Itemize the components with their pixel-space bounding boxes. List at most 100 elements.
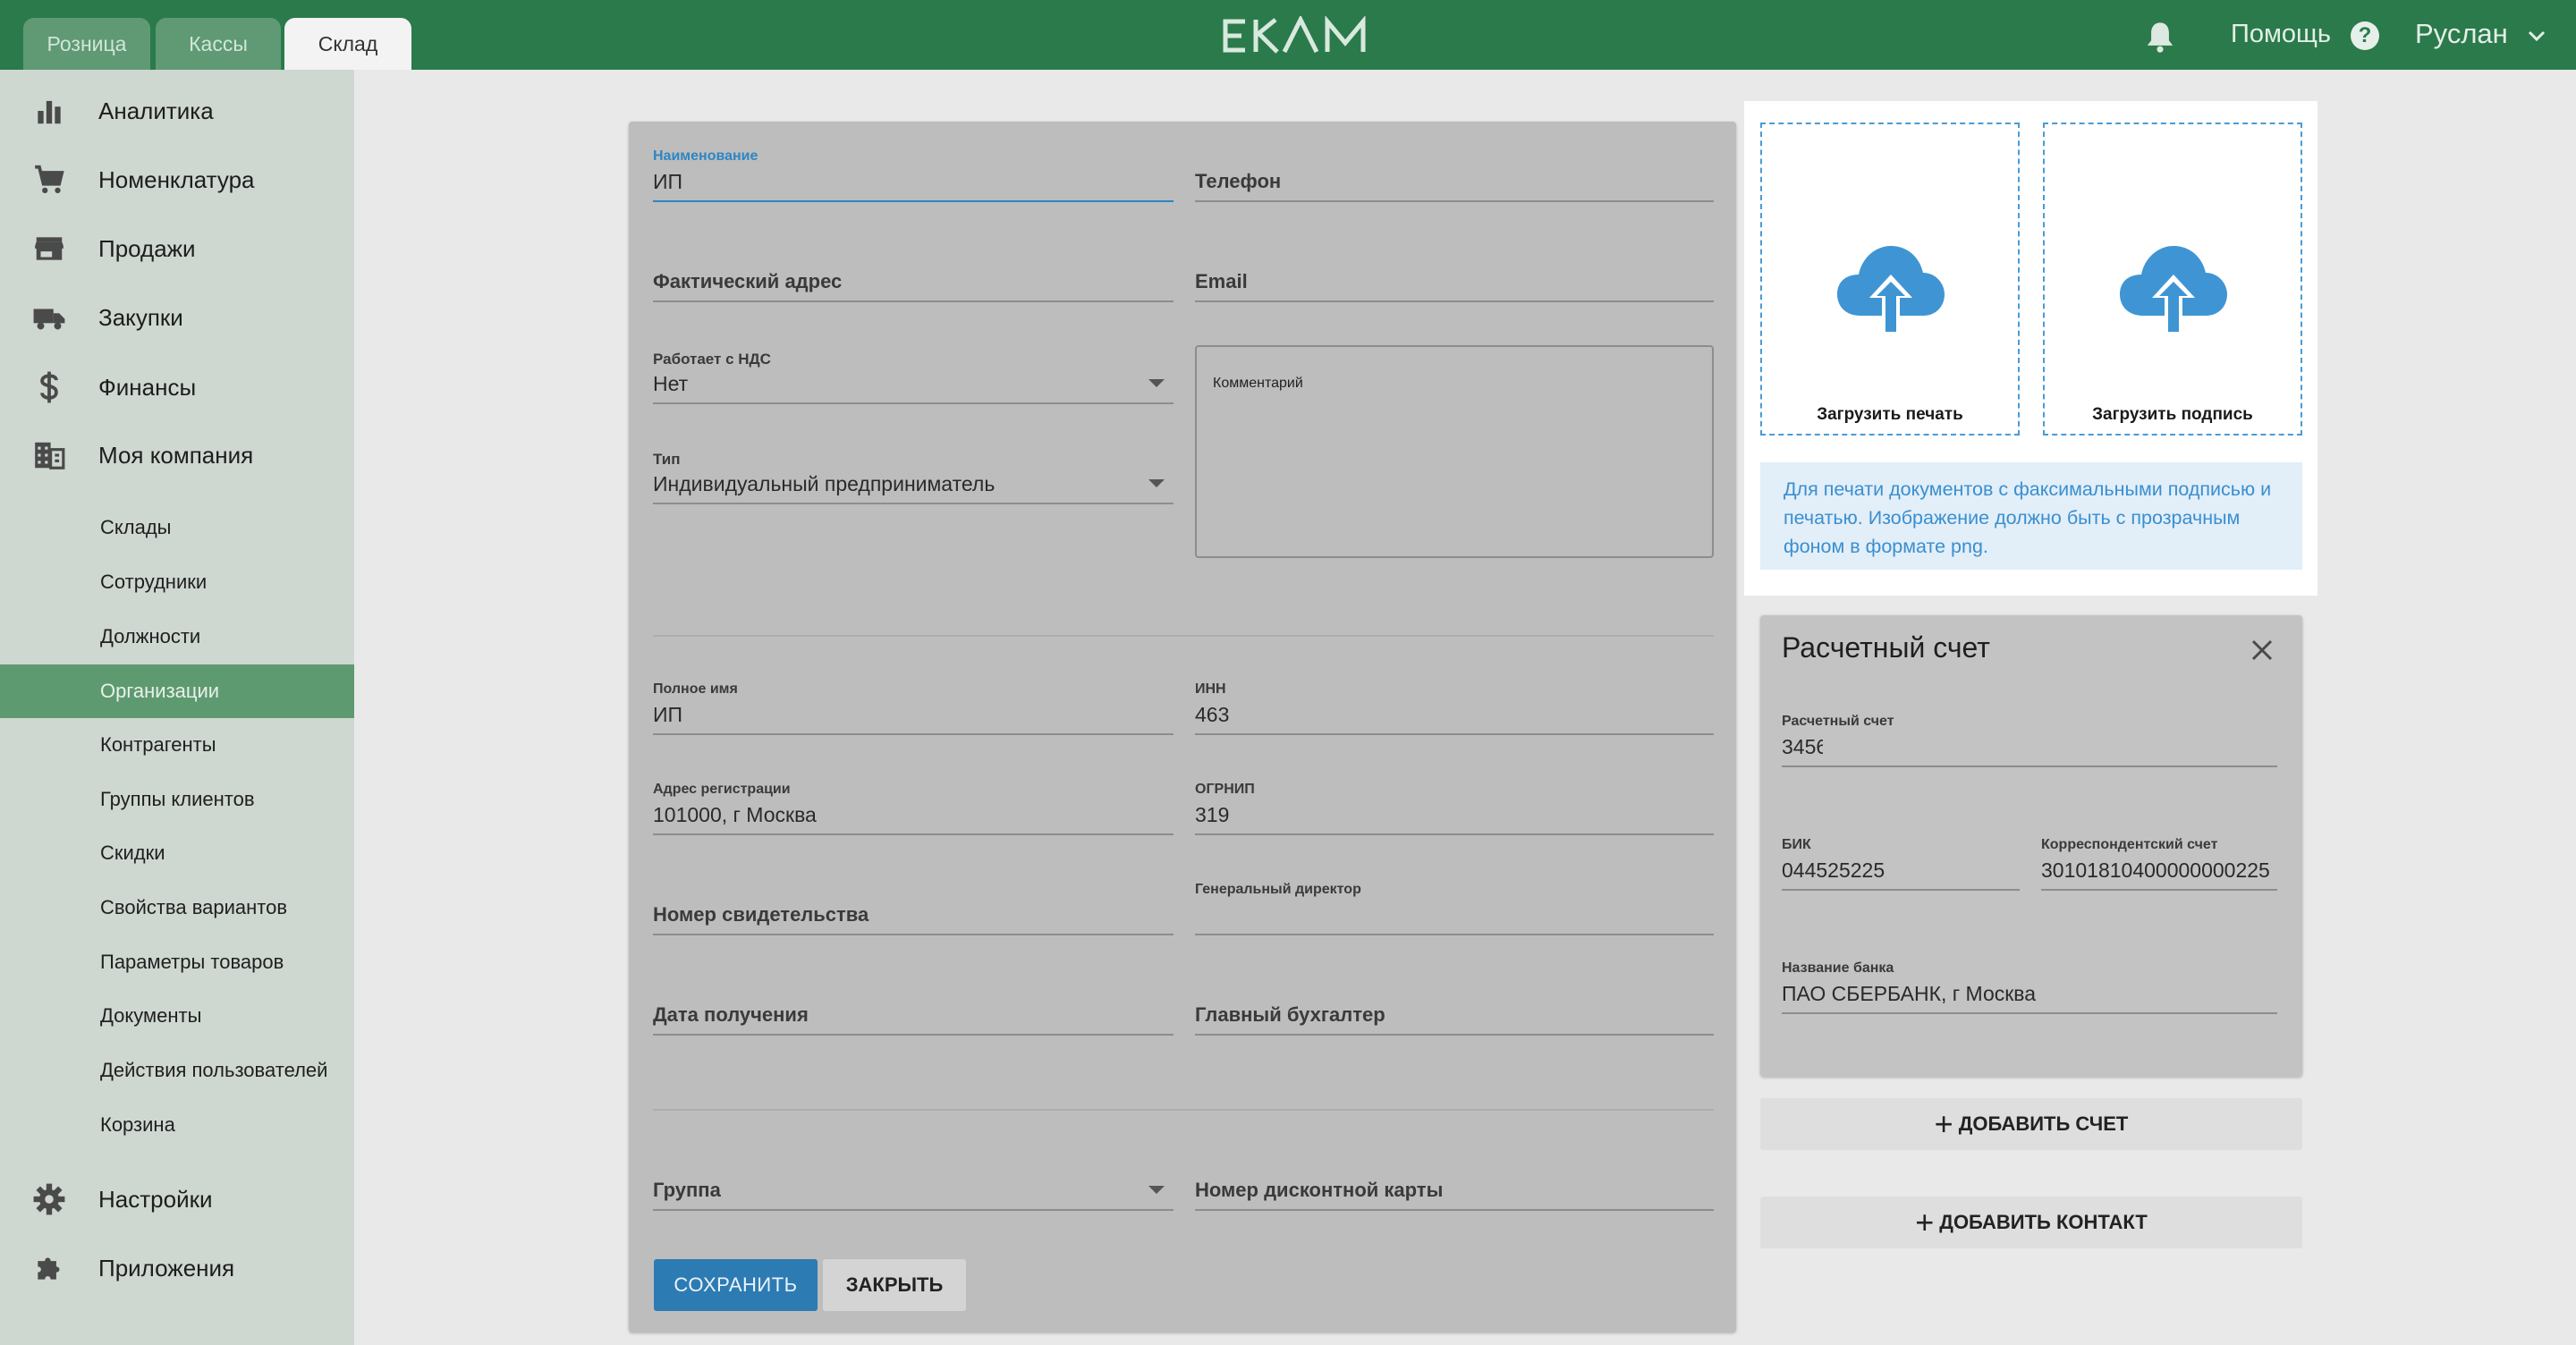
type-value: Индивидуальный предприниматель — [653, 472, 996, 495]
sidebar-item-finance[interactable]: Финансы — [0, 360, 354, 414]
sidebar-subitem-label: Параметры товаров — [100, 951, 284, 973]
email-field[interactable]: Email — [1195, 249, 1714, 306]
discount-card-field[interactable]: Номер дисконтной карты — [1195, 1157, 1714, 1214]
chief-accountant-field[interactable]: Главный бухгалтер — [1195, 982, 1714, 1039]
vat-underline — [653, 402, 1174, 404]
tab-warehouse[interactable]: Склад — [284, 18, 411, 70]
discount-card-placeholder: Номер дисконтной карты — [1195, 1179, 1444, 1201]
general-director-field[interactable]: Генеральный директор — [1195, 882, 1714, 939]
sidebar-item-sales[interactable]: Продажи — [0, 222, 354, 275]
type-select[interactable]: Тип Индивидуальный предприниматель — [653, 451, 1174, 508]
add-contact-label: ДОБАВИТЬ КОНТАКТ — [1939, 1211, 2148, 1233]
full-name-field[interactable]: Полное имя ИП — [653, 681, 1174, 739]
sidebar-subitem-user-actions[interactable]: Действия пользователей — [0, 1044, 354, 1097]
corr-account-field[interactable]: Корреспондентский счет 30101810400000000… — [2041, 837, 2277, 894]
dollar-icon — [40, 371, 58, 403]
dropdown-arrow-icon — [1148, 479, 1165, 487]
sidebar-subitem-variant-properties[interactable]: Свойства вариантов — [0, 881, 354, 935]
tab-cash-registers[interactable]: Кассы — [156, 18, 281, 70]
receipt-date-field[interactable]: Дата получения — [653, 982, 1174, 1039]
actual-address-underline — [653, 300, 1174, 302]
comment-textarea[interactable]: Комментарий — [1195, 345, 1714, 558]
bik-underline — [1782, 889, 2020, 891]
sidebar-item-apps[interactable]: Приложения — [0, 1241, 354, 1295]
reg-address-field[interactable]: Адрес регистрации 101000, г Москва — [653, 782, 1174, 839]
receipt-date-underline — [653, 1034, 1174, 1036]
sidebar-subitem-discounts[interactable]: Скидки — [0, 826, 354, 880]
account-number-value: 3456 — [1782, 735, 1823, 758]
ogrnip-field[interactable]: ОГРНИП 319 — [1195, 782, 1714, 839]
account-number-underline — [1782, 766, 2277, 767]
sidebar-subitem-product-params[interactable]: Параметры товаров — [0, 935, 354, 989]
receipt-date-placeholder: Дата получения — [653, 1003, 809, 1026]
help-icon[interactable]: ? — [2351, 21, 2379, 50]
general-director-underline — [1195, 934, 1714, 935]
inn-label: ИНН — [1195, 681, 1226, 697]
inn-value: 463 — [1195, 703, 1230, 726]
sidebar-subitem-documents[interactable]: Документы — [0, 989, 354, 1043]
sidebar-item-label: Продажи — [98, 234, 196, 262]
close-button[interactable]: ЗАКРЫТЬ — [823, 1259, 966, 1311]
upload-stamp-dropzone[interactable]: Загрузить печать — [1760, 123, 2020, 436]
corr-account-label: Корреспондентский счет — [2041, 837, 2218, 852]
add-contact-button[interactable]: + ДОБАВИТЬ КОНТАКТ — [1760, 1197, 2302, 1248]
phone-field[interactable]: Телефон — [1195, 148, 1714, 206]
sidebar-item-label: Настройки — [98, 1185, 213, 1213]
sidebar-subitem-counterparties[interactable]: Контрагенты — [0, 718, 354, 772]
sidebar-subitem-label: Документы — [100, 1004, 202, 1027]
vat-label: Работает с НДС — [653, 351, 771, 368]
upload-signature-dropzone[interactable]: Загрузить подпись — [2043, 123, 2302, 436]
sidebar-item-label: Номенклатура — [98, 165, 255, 193]
account-number-field[interactable]: Расчетный счет 3456 — [1782, 714, 2277, 771]
sidebar-item-purchases[interactable]: Закупки — [0, 291, 354, 344]
sidebar: Аналитика Номенклатура Продажи Закупки Ф… — [0, 70, 354, 1345]
actual-address-field[interactable]: Фактический адрес — [653, 249, 1174, 306]
notifications-bell-icon[interactable] — [2145, 20, 2175, 54]
group-select[interactable]: Группа — [653, 1157, 1174, 1214]
sidebar-item-my-company[interactable]: Моя компания — [0, 428, 354, 482]
phone-underline — [1195, 200, 1714, 202]
bar-chart-icon — [38, 100, 61, 124]
sidebar-item-nomenclature[interactable]: Номенклатура — [0, 153, 354, 207]
help-link[interactable]: Помощь — [2231, 20, 2331, 49]
certificate-number-field[interactable]: Номер свидетельства — [653, 882, 1174, 939]
sidebar-subitem-label: Действия пользователей — [100, 1059, 328, 1081]
bank-name-field[interactable]: Название банка ПАО СБЕРБАНК, г Москва — [1782, 960, 2277, 1018]
truck-icon — [33, 309, 65, 330]
bik-field[interactable]: БИК 044525225 — [1782, 837, 2020, 894]
sidebar-subitem-organizations[interactable]: Организации — [0, 664, 354, 718]
sidebar-item-analytics[interactable]: Аналитика — [0, 84, 354, 138]
add-account-button[interactable]: + ДОБАВИТЬ СЧЕТ — [1760, 1098, 2302, 1150]
sidebar-subitem-client-groups[interactable]: Группы клиентов — [0, 773, 354, 826]
comment-placeholder: Комментарий — [1213, 376, 1303, 391]
sidebar-subitem-warehouses[interactable]: Склады — [0, 501, 354, 554]
sidebar-subitem-positions[interactable]: Должности — [0, 610, 354, 664]
ogrnip-value: 319 — [1195, 803, 1230, 826]
sidebar-item-settings[interactable]: Настройки — [0, 1172, 354, 1226]
inn-field[interactable]: ИНН 463 — [1195, 681, 1714, 739]
plus-icon: + — [1934, 1105, 1953, 1142]
sidebar-subitem-label: Должности — [100, 625, 201, 647]
sidebar-subitem-trash[interactable]: Корзина — [0, 1098, 354, 1152]
sidebar-subitem-employees[interactable]: Сотрудники — [0, 555, 354, 609]
cart-icon — [35, 165, 64, 194]
reg-address-value: 101000, г Москва — [653, 803, 817, 826]
plus-icon: + — [1915, 1204, 1935, 1240]
user-menu-label[interactable]: Руслан — [2415, 18, 2508, 50]
sidebar-item-label: Аналитика — [98, 97, 214, 124]
name-field[interactable]: Наименование ИП — [653, 148, 1174, 206]
save-button[interactable]: СОХРАНИТЬ — [654, 1259, 818, 1311]
type-underline — [653, 503, 1174, 504]
cloud-upload-icon — [2120, 246, 2227, 335]
section-divider — [653, 1109, 1714, 1111]
close-icon[interactable] — [2249, 637, 2275, 664]
email-underline — [1195, 300, 1714, 302]
vat-value: Нет — [653, 372, 689, 395]
chevron-down-icon[interactable] — [2526, 25, 2547, 47]
ekam-logo[interactable] — [1222, 16, 1372, 55]
vat-select[interactable]: Работает с НДС Нет — [653, 351, 1174, 408]
sidebar-subitem-label: Контрагенты — [100, 733, 216, 756]
reg-address-label: Адрес регистрации — [653, 782, 791, 797]
gear-icon — [33, 1183, 65, 1215]
tab-retail[interactable]: Розница — [23, 18, 150, 70]
